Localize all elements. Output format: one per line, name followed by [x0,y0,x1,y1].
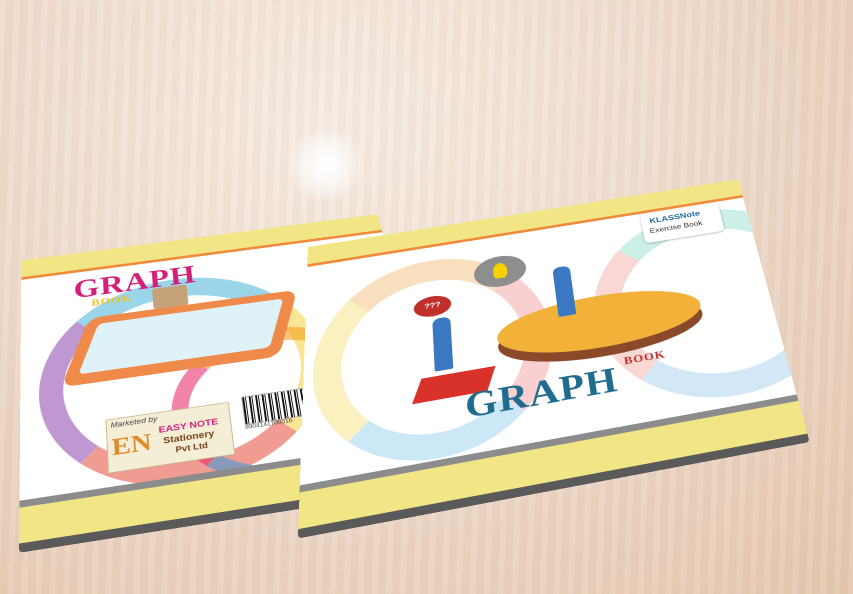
businessman-left [432,316,453,371]
light-glare [280,130,370,200]
brand-logo: EN [111,428,153,462]
lightbulb-icon [492,262,507,279]
